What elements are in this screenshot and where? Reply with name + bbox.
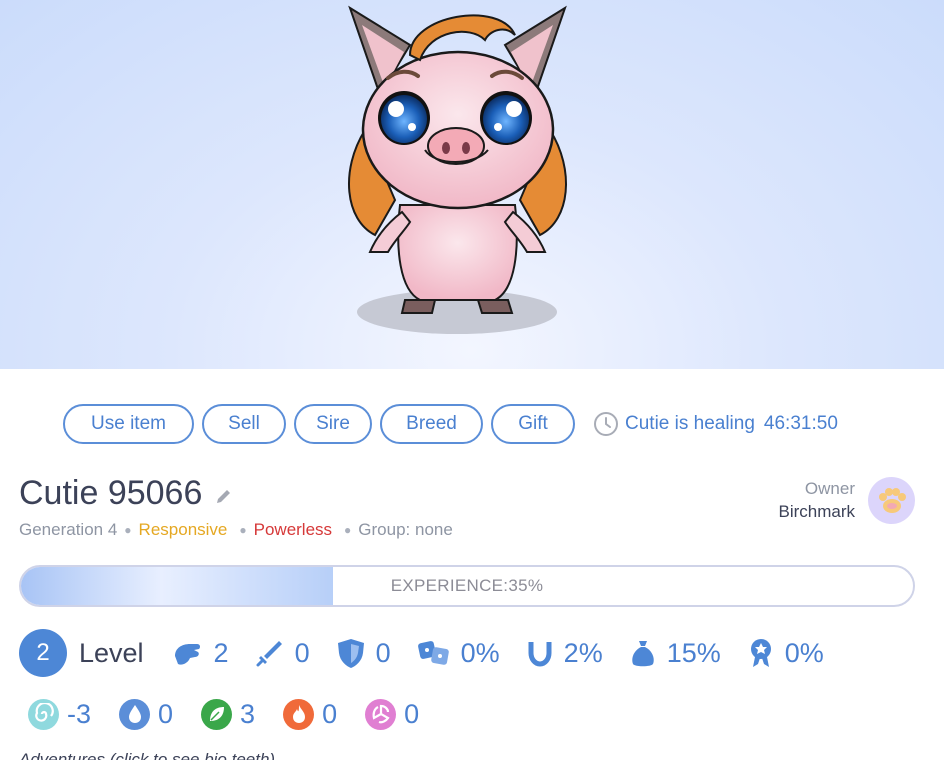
- paw-icon: [878, 487, 906, 513]
- dice-icon: [417, 641, 449, 665]
- sell-button[interactable]: Sell: [202, 404, 286, 444]
- sire-button[interactable]: Sire: [294, 404, 372, 444]
- owner-block: Owner Birchmark: [778, 479, 855, 522]
- pencil-icon[interactable]: [214, 486, 234, 506]
- group-label: Group: none: [358, 520, 453, 539]
- experience-label: EXPERIENCE:35%: [390, 576, 544, 595]
- money-bag-icon: [631, 641, 654, 667]
- nature-icon: [201, 698, 233, 730]
- horseshoe-icon: [528, 642, 552, 667]
- fire-icon: [283, 698, 315, 730]
- luck-stat: 2%: [526, 638, 603, 669]
- elements-row: -3 0 3 0 0: [28, 697, 447, 731]
- separator-dot: ●: [239, 523, 247, 537]
- nature-element: 3: [201, 698, 256, 730]
- defense-stat: 0: [336, 637, 391, 669]
- separator-dot: ●: [344, 523, 352, 537]
- breed-button[interactable]: Breed: [380, 404, 483, 444]
- generation-label: Generation 4: [19, 520, 118, 539]
- stat-value: 2: [213, 637, 229, 668]
- element-value: 0: [322, 698, 338, 729]
- attack-stat: 2: [170, 636, 229, 670]
- loot-stat: 15%: [629, 637, 721, 669]
- use-item-button[interactable]: Use item: [63, 404, 194, 444]
- healing-timer: 46:31:50: [763, 413, 838, 434]
- level-badge: 2: [19, 629, 67, 677]
- owner-name[interactable]: Birchmark: [778, 502, 855, 522]
- gift-button[interactable]: Gift: [491, 404, 575, 444]
- responsive-trait[interactable]: Responsive: [139, 520, 228, 540]
- action-bar: Use item Sell Sire Breed Gift Cutie is h…: [63, 404, 838, 444]
- badge-icon: [750, 639, 771, 667]
- stat-value: 2%: [563, 637, 603, 668]
- avatar[interactable]: [868, 477, 915, 524]
- stat-value: 0: [375, 637, 391, 668]
- element-value: 0: [404, 698, 420, 729]
- stats-row: 2 Level 2 0 0 0% 2% 15% 0%: [19, 629, 850, 677]
- fire-element: 0: [283, 698, 338, 730]
- damage-stat: 0: [255, 638, 310, 669]
- stat-value: 0%: [460, 637, 500, 668]
- dice-stat: 0%: [417, 638, 500, 669]
- air-element: -3: [28, 698, 92, 730]
- badge-stat: 0%: [747, 637, 824, 669]
- water-icon: [119, 698, 151, 730]
- healing-label: Cutie is healing: [625, 413, 755, 434]
- owner-label: Owner: [804, 479, 855, 498]
- clock-icon: [594, 412, 618, 436]
- healing-status: Cutie is healing 46:31:50: [593, 411, 838, 437]
- shield-icon: [337, 639, 364, 668]
- cutie-portrait-area: [0, 0, 944, 369]
- pig-character-image: [348, 5, 567, 334]
- adventures-text[interactable]: Adventures (click to see bio teeth): [19, 750, 275, 760]
- stat-value: 0%: [784, 637, 824, 668]
- cutie-meta: Generation 4 ● Responsive ● Powerless ● …: [19, 520, 453, 540]
- element-value: 0: [158, 698, 174, 729]
- sword-icon: [256, 641, 282, 667]
- element-value: 3: [240, 698, 256, 729]
- cutie-name: Cutie 95066: [19, 474, 203, 512]
- powerless-trait[interactable]: Powerless: [254, 520, 332, 540]
- chaos-icon: [365, 698, 397, 730]
- air-icon: [28, 698, 59, 730]
- stat-value: 0: [294, 637, 310, 668]
- chaos-element: 0: [365, 698, 420, 730]
- fist-icon: [174, 644, 200, 665]
- separator-dot: ●: [124, 523, 132, 537]
- cutie-title: Cutie 95066: [19, 474, 234, 513]
- stat-value: 15%: [666, 637, 721, 668]
- level-label: Level: [79, 637, 144, 668]
- experience-bar: EXPERIENCE:35%: [19, 565, 915, 607]
- element-value: -3: [67, 698, 92, 729]
- water-element: 0: [119, 698, 174, 730]
